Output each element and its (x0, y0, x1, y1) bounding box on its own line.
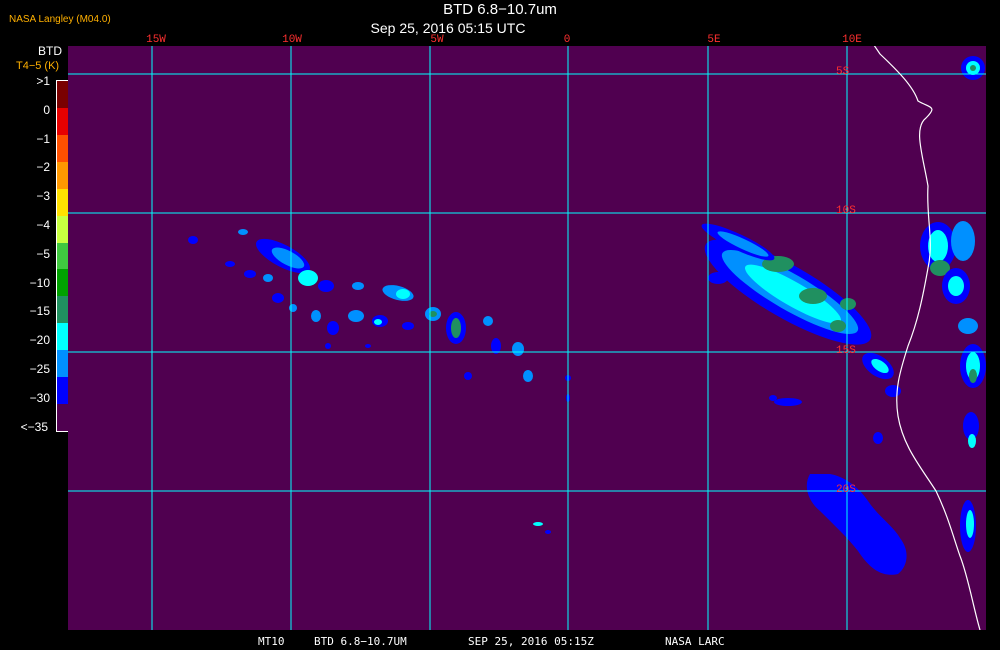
legend-label: −5 (36, 246, 50, 261)
legend-units: T4−5 (K) (16, 60, 60, 72)
legend-label: −20 (29, 333, 50, 348)
legend-title: BTD (38, 44, 62, 58)
latitude-label: 15S (836, 345, 856, 357)
longitude-label: 15W (146, 34, 166, 46)
latitude-label: 10S (836, 205, 856, 217)
legend-label: −30 (29, 390, 50, 405)
longitude-label: 10W (282, 34, 302, 46)
legend-label: <−35 (20, 419, 48, 434)
legend-label: −25 (29, 362, 50, 376)
legend-label: −2 (36, 160, 50, 175)
footer-datetime: SEP 25, 2016 05:15Z (468, 635, 594, 648)
legend-label: −15 (29, 304, 50, 319)
status-footer: MT10 BTD 6.8−10.7UM SEP 25, 2016 05:15Z … (0, 634, 1000, 650)
legend-label: −1 (36, 131, 50, 146)
footer-satellite: MT10 (258, 635, 285, 648)
footer-org: NASA LARC (665, 635, 725, 648)
longitude-label: 5E (707, 34, 721, 46)
longitude-label: 5W (430, 34, 444, 46)
legend-label: >1 (36, 74, 50, 88)
longitude-label: 10E (842, 34, 862, 46)
legend-label: −10 (29, 275, 50, 290)
map-title: BTD 6.8−10.7um (443, 1, 557, 18)
satellite-map[interactable] (68, 46, 986, 630)
legend-label: −4 (36, 218, 50, 232)
legend-label: 0 (43, 102, 50, 117)
latitude-label: 20S (836, 484, 856, 496)
footer-product: BTD 6.8−10.7UM (314, 635, 407, 648)
legend-label: −3 (36, 189, 50, 204)
longitude-label: 0 (563, 34, 571, 46)
brand-label: NASA Langley (M04.0) (9, 14, 111, 25)
latitude-label: 5S (836, 66, 850, 78)
